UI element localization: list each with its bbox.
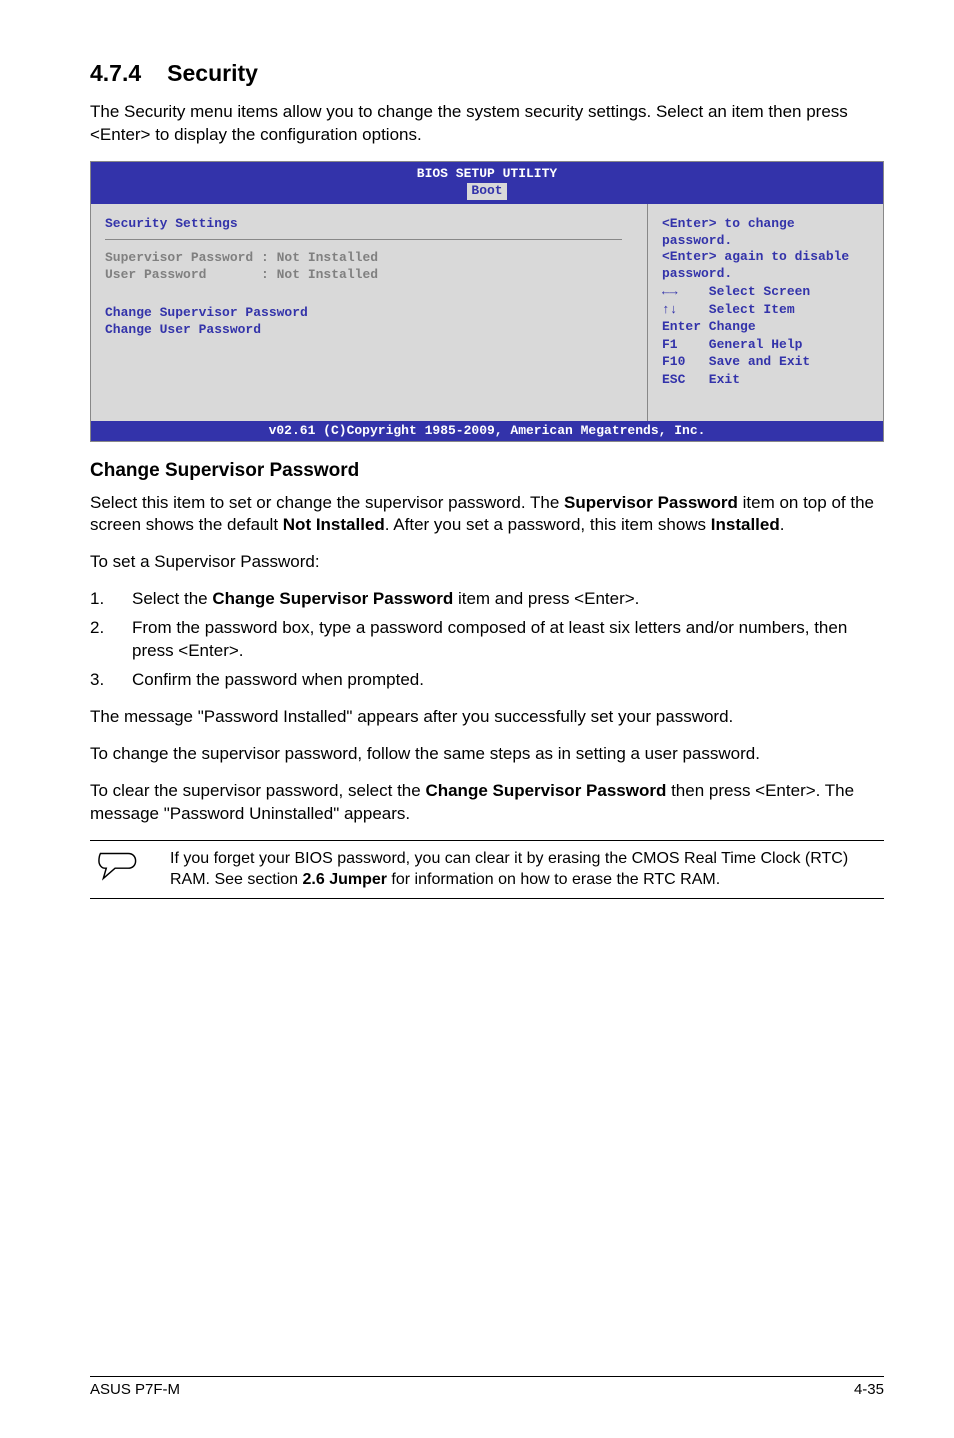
step-2-text: From the password box, type a password c… — [132, 617, 884, 663]
step1-c: item and press <Enter>. — [453, 589, 639, 608]
para5-bold: Change Supervisor Password — [425, 781, 666, 800]
paragraph-2: To set a Supervisor Password: — [90, 551, 884, 574]
footer-right: 4-35 — [854, 1381, 884, 1398]
footer-left: ASUS P7F-M — [90, 1381, 180, 1398]
paragraph-5: To clear the supervisor password, select… — [90, 780, 884, 826]
bios-supervisor-status: Supervisor Password : Not Installed — [105, 250, 633, 267]
list-item: 3. Confirm the password when prompted. — [90, 669, 884, 692]
subheading-change-supervisor: Change Supervisor Password — [90, 460, 884, 482]
note-bold: 2.6 Jumper — [303, 871, 387, 888]
bios-footer: v02.61 (C)Copyright 1985-2009, American … — [91, 421, 883, 441]
bios-nav-select-item: ↑↓ Select Item — [662, 301, 869, 319]
bios-nav-f10: F10 Save and Exit — [662, 353, 869, 371]
note-text: If you forget your BIOS password, you ca… — [170, 849, 884, 891]
page-footer: ASUS P7F-M 4-35 — [90, 1376, 884, 1398]
intro-paragraph: The Security menu items allow you to cha… — [90, 101, 884, 147]
bios-divider — [105, 239, 622, 240]
para1-bold-notinstalled: Not Installed — [283, 515, 385, 534]
note-icon — [90, 849, 170, 888]
note-block: If you forget your BIOS password, you ca… — [90, 840, 884, 900]
list-item: 2. From the password box, type a passwor… — [90, 617, 884, 663]
section-heading: 4.7.4 Security — [90, 60, 884, 87]
steps-list: 1. Select the Change Supervisor Password… — [90, 588, 884, 692]
step-3-text: Confirm the password when prompted. — [132, 669, 424, 692]
bios-user-status: User Password : Not Installed — [105, 267, 633, 284]
paragraph-3: The message "Password Installed" appears… — [90, 706, 884, 729]
para1-bold-installed: Installed — [711, 515, 780, 534]
bios-nav-esc: ESC Exit — [662, 371, 869, 389]
bios-header-title: BIOS SETUP UTILITY — [417, 166, 557, 181]
para1-part-a: Select this item to set or change the su… — [90, 493, 564, 512]
paragraph-1: Select this item to set or change the su… — [90, 492, 884, 538]
bios-header: BIOS SETUP UTILITY Boot — [91, 162, 883, 204]
section-number: 4.7.4 — [90, 60, 141, 87]
list-number-2: 2. — [90, 617, 132, 663]
step-1-text: Select the Change Supervisor Password it… — [132, 588, 639, 611]
para5-a: To clear the supervisor password, select… — [90, 781, 425, 800]
section-title: Security — [167, 60, 258, 86]
list-item: 1. Select the Change Supervisor Password… — [90, 588, 884, 611]
para1-part-g: . — [780, 515, 785, 534]
bios-header-tab: Boot — [467, 183, 506, 200]
paragraph-4: To change the supervisor password, follo… — [90, 743, 884, 766]
bios-nav-select-screen: ←→ Select Screen — [662, 283, 869, 301]
bios-nav-f1: F1 General Help — [662, 336, 869, 354]
bios-nav-enter: Enter Change — [662, 318, 869, 336]
para1-part-e: . After you set a password, this item sh… — [385, 515, 711, 534]
bios-right-panel: <Enter> to change password. <Enter> agai… — [648, 204, 883, 421]
step1-bold: Change Supervisor Password — [212, 589, 453, 608]
list-number-3: 3. — [90, 669, 132, 692]
bios-help-1: <Enter> to change password. — [662, 216, 869, 250]
list-number-1: 1. — [90, 588, 132, 611]
bios-change-supervisor: Change Supervisor Password — [105, 305, 633, 322]
bios-help-2: <Enter> again to disable password. — [662, 249, 869, 283]
bios-change-user: Change User Password — [105, 322, 633, 339]
bios-security-title: Security Settings — [105, 216, 633, 231]
bios-setup-screenshot: BIOS SETUP UTILITY Boot Security Setting… — [90, 161, 884, 442]
step1-a: Select the — [132, 589, 212, 608]
bios-left-panel: Security Settings Supervisor Password : … — [91, 204, 648, 421]
para1-bold-supervisor: Supervisor Password — [564, 493, 738, 512]
note-c: for information on how to erase the RTC … — [387, 871, 720, 888]
